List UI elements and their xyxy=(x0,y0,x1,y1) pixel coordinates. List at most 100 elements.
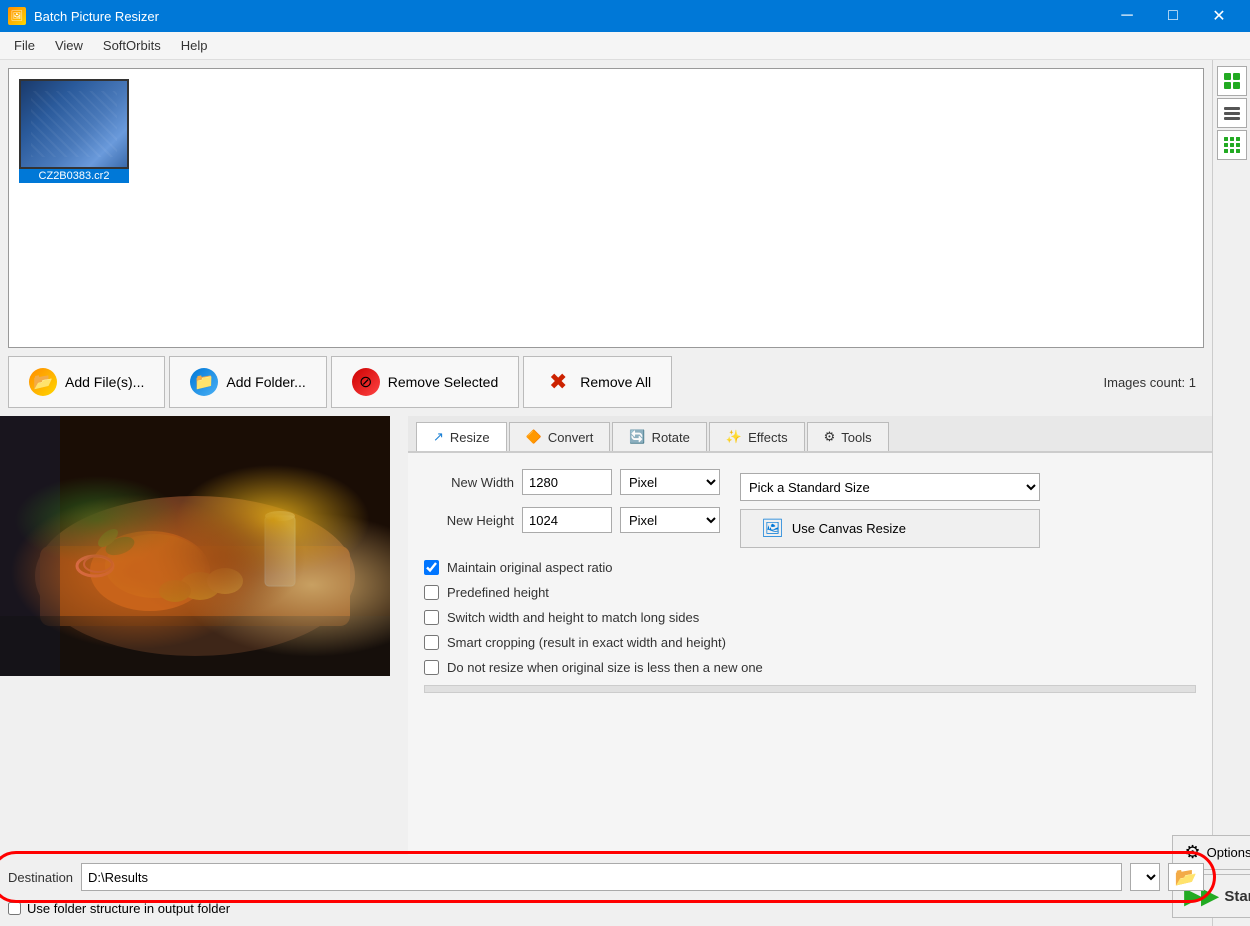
dest-container: Destination 📂 xyxy=(8,863,1204,891)
browse-icon: 📂 xyxy=(1175,867,1197,888)
convert-tab-icon: 🔶 xyxy=(526,429,542,445)
height-unit-select[interactable]: Pixel Percent Inch Cm xyxy=(620,507,720,533)
close-button[interactable]: ✕ xyxy=(1196,0,1242,32)
switch-dimensions-label: Switch width and height to match long si… xyxy=(447,610,699,625)
images-count: Images count: 1 xyxy=(1104,375,1205,390)
width-input[interactable] xyxy=(522,469,612,495)
thumbnail-image xyxy=(19,79,129,169)
add-folder-label: Add Folder... xyxy=(226,374,305,390)
lower-right: ↗ Resize 🔶 Convert 🔄 Rotate ✨ xyxy=(408,416,1212,855)
rotate-tab-label: Rotate xyxy=(652,430,690,445)
title-bar: 🖼 Batch Picture Resizer ─ □ ✕ xyxy=(0,0,1250,32)
predefined-height-checkbox[interactable] xyxy=(424,585,439,600)
destination-input[interactable] xyxy=(81,863,1122,891)
do-not-resize-checkbox[interactable] xyxy=(424,660,439,675)
file-area: CZ2B0383.cr2 xyxy=(8,68,1204,348)
effects-tab-label: Effects xyxy=(748,430,788,445)
menu-bar: File View SoftOrbits Help xyxy=(0,32,1250,60)
smart-cropping-label: Smart cropping (result in exact width an… xyxy=(447,635,726,650)
scroll-area[interactable] xyxy=(424,685,1196,693)
width-row: New Width Pixel Percent Inch Cm xyxy=(424,469,720,495)
use-folder-label: Use folder structure in output folder xyxy=(27,901,230,916)
sidebar-small-grid-button[interactable] xyxy=(1217,130,1247,160)
left-col: CZ2B0383.cr2 📂 Add File(s)... 📁 Add Fold… xyxy=(0,60,1212,926)
add-folder-button[interactable]: 📁 Add Folder... xyxy=(169,356,326,408)
height-input[interactable] xyxy=(522,507,612,533)
middle-row: CZ2B0383.cr2 📂 Add File(s)... 📁 Add Fold… xyxy=(0,60,1250,926)
do-not-resize-row: Do not resize when original size is less… xyxy=(424,660,1196,675)
resize-tab-label: Resize xyxy=(450,430,490,445)
small-grid-icon xyxy=(1223,136,1241,154)
tab-rotate[interactable]: 🔄 Rotate xyxy=(612,422,707,451)
gear-icon: ⚙ xyxy=(1185,842,1201,863)
tab-effects[interactable]: ✨ Effects xyxy=(709,422,805,451)
destination-label: Destination xyxy=(8,870,73,885)
start-label: Start xyxy=(1224,888,1250,905)
app-body: CZ2B0383.cr2 📂 Add File(s)... 📁 Add Fold… xyxy=(0,60,1250,926)
maintain-aspect-checkbox[interactable] xyxy=(424,560,439,575)
minimize-button[interactable]: ─ xyxy=(1104,0,1150,32)
standard-size-select[interactable]: Pick a Standard Size xyxy=(740,473,1040,501)
dest-row: Destination 📂 xyxy=(8,863,1204,891)
destination-browse-button[interactable]: 📂 xyxy=(1168,863,1204,891)
use-folder-checkbox[interactable] xyxy=(8,902,21,915)
canvas-resize-label: Use Canvas Resize xyxy=(792,521,906,536)
lower-row: ↗ Resize 🔶 Convert 🔄 Rotate ✨ xyxy=(0,416,1212,855)
tools-tab-icon: ⚙ xyxy=(824,429,836,445)
maintain-aspect-label: Maintain original aspect ratio xyxy=(447,560,612,575)
remove-all-button[interactable]: ✖ Remove All xyxy=(523,356,672,408)
thumbnail-label: CZ2B0383.cr2 xyxy=(19,169,129,183)
resize-tab-icon: ↗ xyxy=(433,429,444,445)
list-icon xyxy=(1223,104,1241,122)
remove-all-icon: ✖ xyxy=(544,368,572,396)
sidebar-list-button[interactable] xyxy=(1217,98,1247,128)
menu-file[interactable]: File xyxy=(4,34,45,57)
add-files-button[interactable]: 📂 Add File(s)... xyxy=(8,356,165,408)
menu-view[interactable]: View xyxy=(45,34,93,57)
remove-selected-button[interactable]: ⊘ Remove Selected xyxy=(331,356,520,408)
use-folder-row: Use folder structure in output folder xyxy=(0,895,1212,922)
predefined-height-row: Predefined height xyxy=(424,585,1196,600)
smart-cropping-checkbox[interactable] xyxy=(424,635,439,650)
effects-tab-icon: ✨ xyxy=(726,429,742,445)
tab-tools[interactable]: ⚙ Tools xyxy=(807,422,889,451)
destination-dropdown[interactable] xyxy=(1130,863,1160,891)
options-label: Options xyxy=(1207,845,1250,860)
remove-selected-icon: ⊘ xyxy=(352,368,380,396)
tabs-container: ↗ Resize 🔶 Convert 🔄 Rotate ✨ xyxy=(408,416,1212,452)
maintain-aspect-row: Maintain original aspect ratio xyxy=(424,560,1196,575)
predefined-height-label: Predefined height xyxy=(447,585,549,600)
height-label: New Height xyxy=(424,513,514,528)
destination-section: Destination 📂 Use folder structure in ou… xyxy=(0,855,1212,926)
app-icon: 🖼 xyxy=(8,7,26,25)
maximize-button[interactable]: □ xyxy=(1150,0,1196,32)
canvas-resize-button[interactable]: 🖼 Use Canvas Resize xyxy=(740,509,1040,548)
menu-help[interactable]: Help xyxy=(171,34,218,57)
action-toolbar: 📂 Add File(s)... 📁 Add Folder... ⊘ Remov… xyxy=(0,348,1212,416)
sidebar-large-grid-button[interactable] xyxy=(1217,66,1247,96)
width-label: New Width xyxy=(424,475,514,490)
smart-cropping-row: Smart cropping (result in exact width an… xyxy=(424,635,1196,650)
window-controls: ─ □ ✕ xyxy=(1104,0,1242,32)
preview-image xyxy=(0,416,390,676)
resize-panel: New Width Pixel Percent Inch Cm xyxy=(408,452,1212,855)
right-sidebar: ⚙ Options ▶▶ Start xyxy=(1212,60,1250,926)
lower-left xyxy=(0,416,408,855)
switch-dimensions-row: Switch width and height to match long si… xyxy=(424,610,1196,625)
convert-tab-label: Convert xyxy=(548,430,594,445)
menu-softorbits[interactable]: SoftOrbits xyxy=(93,34,171,57)
add-files-icon: 📂 xyxy=(29,368,57,396)
height-row: New Height Pixel Percent Inch Cm xyxy=(424,507,720,533)
add-folder-icon: 📁 xyxy=(190,368,218,396)
tab-resize[interactable]: ↗ Resize xyxy=(416,422,507,451)
remove-all-label: Remove All xyxy=(580,374,651,390)
thumbnails-area: CZ2B0383.cr2 xyxy=(17,77,1195,185)
do-not-resize-label: Do not resize when original size is less… xyxy=(447,660,763,675)
width-unit-select[interactable]: Pixel Percent Inch Cm xyxy=(620,469,720,495)
remove-selected-label: Remove Selected xyxy=(388,374,499,390)
switch-dimensions-checkbox[interactable] xyxy=(424,610,439,625)
thumbnail-item[interactable]: CZ2B0383.cr2 xyxy=(17,77,131,185)
tab-convert[interactable]: 🔶 Convert xyxy=(509,422,611,451)
canvas-resize-icon: 🖼 xyxy=(761,518,784,539)
large-grid-icon xyxy=(1223,72,1241,90)
